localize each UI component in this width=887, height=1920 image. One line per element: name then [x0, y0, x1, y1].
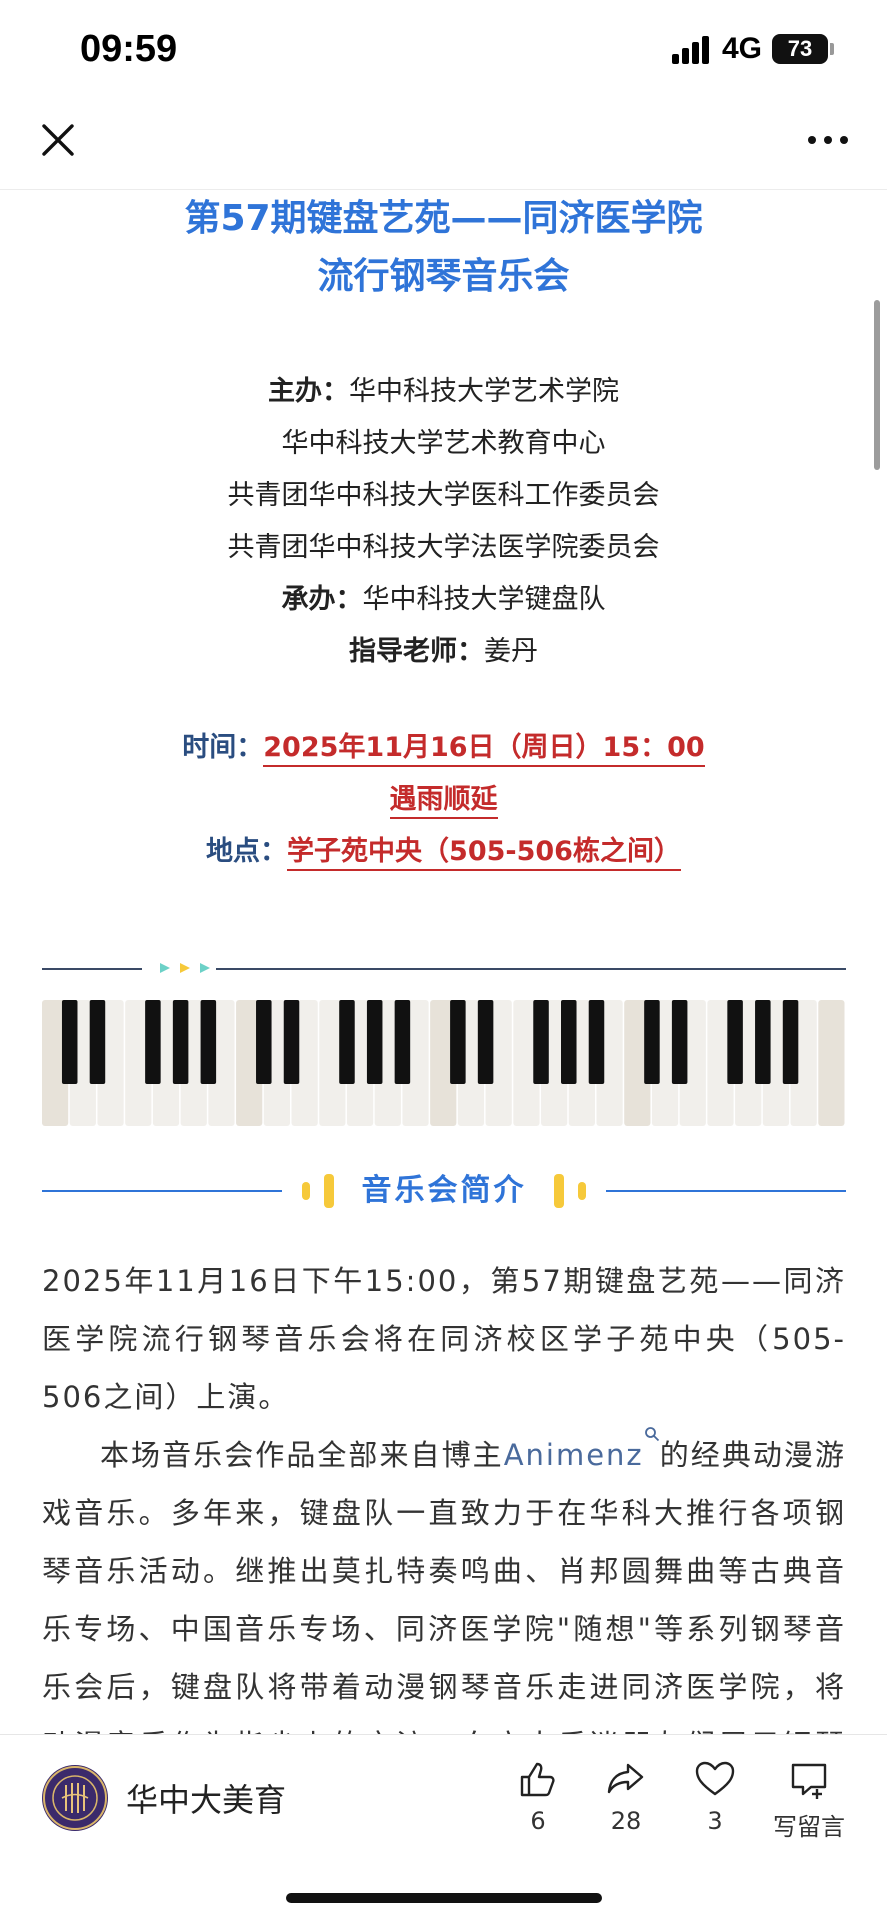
battery-icon: 73 — [772, 34, 828, 64]
time-value: 2025年11月16日（周日）15：00 — [263, 732, 705, 767]
paragraph-1: 2025年11月16日下午15:00，第57期键盘艺苑——同济医学院流行钢琴音乐… — [42, 1264, 846, 1414]
nav-bar — [0, 100, 887, 190]
advisor-name: 姜丹 — [484, 636, 538, 667]
share-count: 28 — [610, 1807, 642, 1835]
advisor-label: 指导老师： — [349, 636, 484, 667]
signal-icon — [672, 36, 712, 64]
host-1: 华中科技大学艺术学院 — [349, 376, 619, 407]
section-header: 音乐会简介 — [42, 1168, 846, 1214]
piano-black-key — [450, 1000, 466, 1084]
piano-black-key — [782, 1000, 799, 1084]
piano-black-key — [671, 1000, 688, 1084]
arrow-divider — [42, 958, 846, 978]
share-button[interactable]: 28 — [586, 1757, 666, 1835]
piano-black-key — [172, 1000, 189, 1084]
piano-black-key — [561, 1000, 577, 1084]
piano-black-key — [533, 1000, 549, 1084]
write-comment-label: 写留言 — [773, 1813, 845, 1841]
time-label: 时间： — [182, 732, 264, 763]
piano-black-key — [283, 1000, 300, 1084]
animenz-link[interactable]: Animenz — [504, 1438, 644, 1472]
piano-black-key — [727, 1000, 743, 1084]
rain-note: 遇雨顺延 — [389, 784, 498, 819]
title-line-1: 第57期键盘艺苑——同济医学院 — [184, 198, 703, 239]
decor-bar — [324, 1174, 334, 1208]
event-info: 时间：2025年11月16日（周日）15：00 遇雨顺延 地点：学子苑中央（50… — [0, 722, 887, 878]
status-time: 09:59 — [80, 28, 178, 70]
article-text: 2025年11月16日下午15:00，第57期键盘艺苑——同济医学院流行钢琴音乐… — [42, 1252, 846, 1734]
piano-black-key — [755, 1000, 771, 1084]
host-3: 共青团华中科技大学医科工作委员会 — [227, 480, 660, 511]
host-2: 华中科技大学艺术教育中心 — [281, 428, 606, 459]
decor-bar — [302, 1182, 310, 1200]
place-value: 学子苑中央（505-506栋之间） — [287, 836, 681, 871]
section-title: 音乐会简介 — [361, 1173, 527, 1208]
article-title: 第57期键盘艺苑——同济医学院 流行钢琴音乐会 — [0, 190, 887, 306]
network-type: 4G — [722, 32, 763, 65]
share-icon — [607, 1763, 644, 1794]
piano-black-key — [588, 1000, 605, 1084]
piano-black-key — [339, 1000, 355, 1084]
piano-black-key — [477, 1000, 494, 1084]
decor-bar — [554, 1174, 564, 1208]
para2-before: 本场音乐会作品全部来自博主 — [100, 1438, 504, 1472]
close-icon[interactable] — [38, 120, 78, 160]
piano-black-key — [89, 1000, 106, 1084]
piano-keyboard-illustration — [42, 1000, 845, 1126]
piano-black-key — [256, 1000, 272, 1084]
home-indicator — [286, 1893, 602, 1903]
host-label: 主办： — [268, 376, 349, 407]
host-4: 共青团华中科技大学法医学院委员会 — [227, 532, 660, 563]
more-icon[interactable] — [800, 130, 856, 150]
like-count: 6 — [530, 1807, 546, 1835]
place-label: 地点： — [206, 836, 288, 867]
battery-tip — [830, 43, 834, 55]
organizers-block: 主办：华中科技大学艺术学院 华中科技大学艺术教育中心 共青团华中科技大学医科工作… — [0, 366, 887, 678]
article-body: 第57期键盘艺苑——同济医学院 流行钢琴音乐会 主办：华中科技大学艺术学院 华中… — [0, 190, 887, 878]
piano-white-key — [818, 1000, 845, 1126]
triple-arrow-icon — [160, 963, 210, 973]
piano-black-key — [644, 1000, 660, 1084]
favorite-count: 3 — [707, 1807, 723, 1835]
like-button[interactable]: 6 — [498, 1757, 578, 1835]
organizer-label: 承办： — [281, 584, 363, 615]
favorite-button[interactable]: 3 — [675, 1757, 755, 1835]
bottom-bar: 华中大美育 6 28 3 写留言 — [0, 1734, 887, 1920]
write-comment-button[interactable]: 写留言 — [764, 1757, 854, 1842]
piano-black-key — [394, 1000, 411, 1084]
piano-black-key — [200, 1000, 217, 1084]
search-icon[interactable] — [644, 1426, 660, 1442]
status-bar: 09:59 4G 73 — [0, 0, 887, 100]
piano-black-key — [61, 1000, 78, 1084]
organizer-name: 华中科技大学键盘队 — [362, 584, 606, 615]
heart-icon — [695, 1761, 735, 1796]
piano-black-key — [366, 1000, 383, 1084]
account-avatar[interactable] — [42, 1765, 108, 1831]
thumbs-up-icon — [520, 1762, 555, 1797]
comment-icon — [791, 1763, 827, 1799]
para2-after: 的经典动漫游戏音乐。多年来，键盘队一直致力于在华科大推行各项钢琴音乐活动。继推出… — [42, 1438, 846, 1734]
decor-bar — [578, 1182, 586, 1200]
title-line-2: 流行钢琴音乐会 — [317, 256, 570, 297]
account-name[interactable]: 华中大美育 — [126, 1775, 286, 1821]
paragraph-2: 本场音乐会作品全部来自博主Animenz 的经典动漫游戏音乐。多年来，键盘队一直致… — [42, 1426, 846, 1734]
piano-black-key — [145, 1000, 161, 1084]
